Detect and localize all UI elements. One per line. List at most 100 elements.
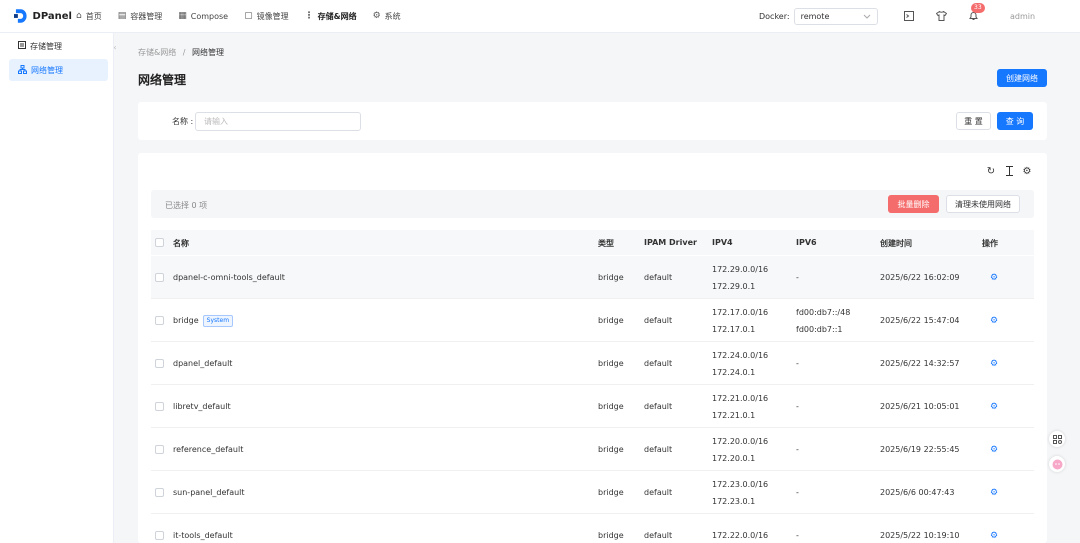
network-type: bridge <box>598 359 624 368</box>
ipv4-gateway: 172.21.0.1 <box>712 410 756 420</box>
page-title: 网络管理 <box>138 73 187 87</box>
column-header: 创建时间 <box>880 239 912 248</box>
row-action-gear-icon[interactable]: ⚙ <box>990 428 998 471</box>
ipv6-cell: fd00:db7::/48fd00:db7::1 <box>796 299 850 342</box>
row-action-gear-icon[interactable]: ⚙ <box>990 256 998 299</box>
nav-images[interactable]: ▢ 镜像管理 <box>244 11 289 22</box>
nav-containers[interactable]: ▤ 容器管理 <box>118 11 163 22</box>
clean-unused-networks-button[interactable]: 清理未使用网络 <box>946 195 1020 213</box>
ipv4-cell: 172.22.0.0/16 <box>712 514 768 543</box>
row-checkbox[interactable] <box>155 428 164 471</box>
breadcrumb: 存储&网络 / 网络管理 <box>138 47 224 58</box>
docker-value: remote <box>800 12 830 21</box>
ipv4-cell: 172.29.0.0/16 172.29.0.1 <box>712 256 768 299</box>
sidebar-collapse-icon[interactable]: ‹ <box>110 43 120 55</box>
docker-select[interactable]: remote <box>793 8 878 25</box>
network-table-card: ↻ ⚙ 已选择 0 项 批量删除 清理未使用网络 名称 类型 IPAM Driv… <box>138 153 1047 543</box>
settings-icon[interactable]: ⚙ <box>1021 165 1033 177</box>
row-action-gear-icon[interactable]: ⚙ <box>990 471 998 514</box>
network-name: it-tools_default <box>173 531 233 540</box>
network-type: bridge <box>598 488 624 497</box>
created-time: 2025/6/22 16:02:09 <box>880 273 960 282</box>
ipv4-gateway: 172.17.0.1 <box>712 324 756 334</box>
ipam-driver: default <box>644 273 673 282</box>
row-action-gear-icon[interactable]: ⚙ <box>990 299 998 342</box>
user-menu[interactable]: admin <box>1010 12 1035 21</box>
main-nav: ⌂ 首页 ▤ 容器管理 ▦ Compose ▢ 镜像管理 ⋮ 存储&网络 ⚙ 系统 <box>76 11 417 22</box>
ipv6-cell: - <box>796 445 799 454</box>
sidebar-item-label: 网络管理 <box>31 65 63 75</box>
ipv4-gateway: 172.20.0.1 <box>712 453 756 463</box>
floating-tools <box>1049 431 1065 481</box>
nav-compose[interactable]: ▦ Compose <box>178 11 228 21</box>
network-name: bridge <box>173 316 199 325</box>
network-type: bridge <box>598 445 624 454</box>
ipv4-cell: 172.20.0.0/16 172.20.0.1 <box>712 428 768 471</box>
ipv4-subnet: 172.23.0.0/16 <box>712 479 769 489</box>
sidebar-item-network[interactable]: 网络管理 <box>9 59 108 81</box>
row-checkbox[interactable] <box>155 342 164 385</box>
table-row: dpanel-c-omni-tools_default bridge defau… <box>151 256 1034 299</box>
ipv4-gateway: 172.24.0.1 <box>712 367 756 377</box>
ipam-driver: default <box>644 445 673 454</box>
ipv4-subnet: 172.17.0.0/16 <box>712 307 769 317</box>
nav-system[interactable]: ⚙ 系统 <box>373 11 401 22</box>
network-type: bridge <box>598 402 624 411</box>
sidebar-item-storage[interactable]: 存储管理 <box>9 35 108 57</box>
ipv4-cell: 172.24.0.0/16 172.24.0.1 <box>712 342 768 385</box>
table-row: sun-panel_default bridge default 172.23.… <box>151 471 1034 514</box>
column-header: 操作 <box>982 239 998 248</box>
refresh-icon[interactable]: ↻ <box>985 165 997 177</box>
apps-icon[interactable] <box>1049 431 1065 447</box>
image-icon: ▢ <box>244 11 253 21</box>
notification-button[interactable]: 33 <box>966 3 985 23</box>
ipv6-subnet: fd00:db7::/48 <box>796 307 851 317</box>
column-header: IPV4 <box>712 238 733 247</box>
home-icon: ⌂ <box>76 11 82 21</box>
top-bar: DPanel ⌂ 首页 ▤ 容器管理 ▦ Compose ▢ 镜像管理 ⋮ 存储&网络 ⚙… <box>0 0 1080 33</box>
breadcrumb-parent[interactable]: 存储&网络 <box>138 48 176 57</box>
sidebar-item-label: 存储管理 <box>30 41 62 51</box>
ipv4-gateway: 172.29.0.1 <box>712 281 756 291</box>
nav-home[interactable]: ⌂ 首页 <box>76 11 102 22</box>
docker-label: Docker: <box>759 12 790 21</box>
row-checkbox[interactable] <box>155 514 164 543</box>
row-checkbox[interactable] <box>155 256 164 299</box>
nav-storage-network[interactable]: ⋮ 存储&网络 <box>305 11 357 22</box>
query-button[interactable]: 查 询 <box>997 112 1033 130</box>
ipv4-cell: 172.21.0.0/16 172.21.0.1 <box>712 385 768 428</box>
row-action-gear-icon[interactable]: ⚙ <box>990 342 998 385</box>
selection-bar: 已选择 0 项 批量删除 清理未使用网络 <box>151 190 1034 218</box>
row-action-gear-icon[interactable]: ⚙ <box>990 514 998 543</box>
reset-button[interactable]: 重 置 <box>956 112 991 130</box>
ipv6-cell: - <box>796 273 799 282</box>
row-checkbox[interactable] <box>155 299 164 342</box>
app-name: DPanel <box>32 10 72 22</box>
select-all-checkbox[interactable] <box>155 238 164 247</box>
table-row: reference_default bridge default 172.20.… <box>151 428 1034 471</box>
column-header: 类型 <box>598 239 614 248</box>
theme-button[interactable] <box>934 9 948 23</box>
nav-label: 系统 <box>384 11 401 21</box>
notification-badge: 33 <box>971 3 985 13</box>
column-height-icon[interactable] <box>1003 165 1015 177</box>
docker-switcher: Docker: remote <box>759 8 878 25</box>
system-tag: System <box>202 314 234 327</box>
storage-list-icon <box>18 41 26 51</box>
create-network-button[interactable]: 创建网络 <box>997 69 1047 87</box>
app-logo[interactable]: DPanel <box>14 8 72 24</box>
batch-delete-button[interactable]: 批量删除 <box>888 195 939 213</box>
table-row: it-tools_default bridge default 172.22.0… <box>151 514 1034 543</box>
name-filter-input[interactable] <box>195 112 361 131</box>
created-time: 2025/6/22 14:32:57 <box>880 359 960 368</box>
row-checkbox[interactable] <box>155 385 164 428</box>
terminal-button[interactable] <box>902 9 916 23</box>
row-action-gear-icon[interactable]: ⚙ <box>990 385 998 428</box>
ipv6-gateway: fd00:db7::1 <box>796 324 843 334</box>
created-time: 2025/6/21 10:05:01 <box>880 402 960 411</box>
table-row: dpanel_default bridge default 172.24.0.0… <box>151 342 1034 385</box>
assistant-avatar-icon[interactable] <box>1049 456 1065 472</box>
ipam-driver: default <box>644 402 673 411</box>
row-checkbox[interactable] <box>155 471 164 514</box>
column-header: IPV6 <box>796 238 817 247</box>
